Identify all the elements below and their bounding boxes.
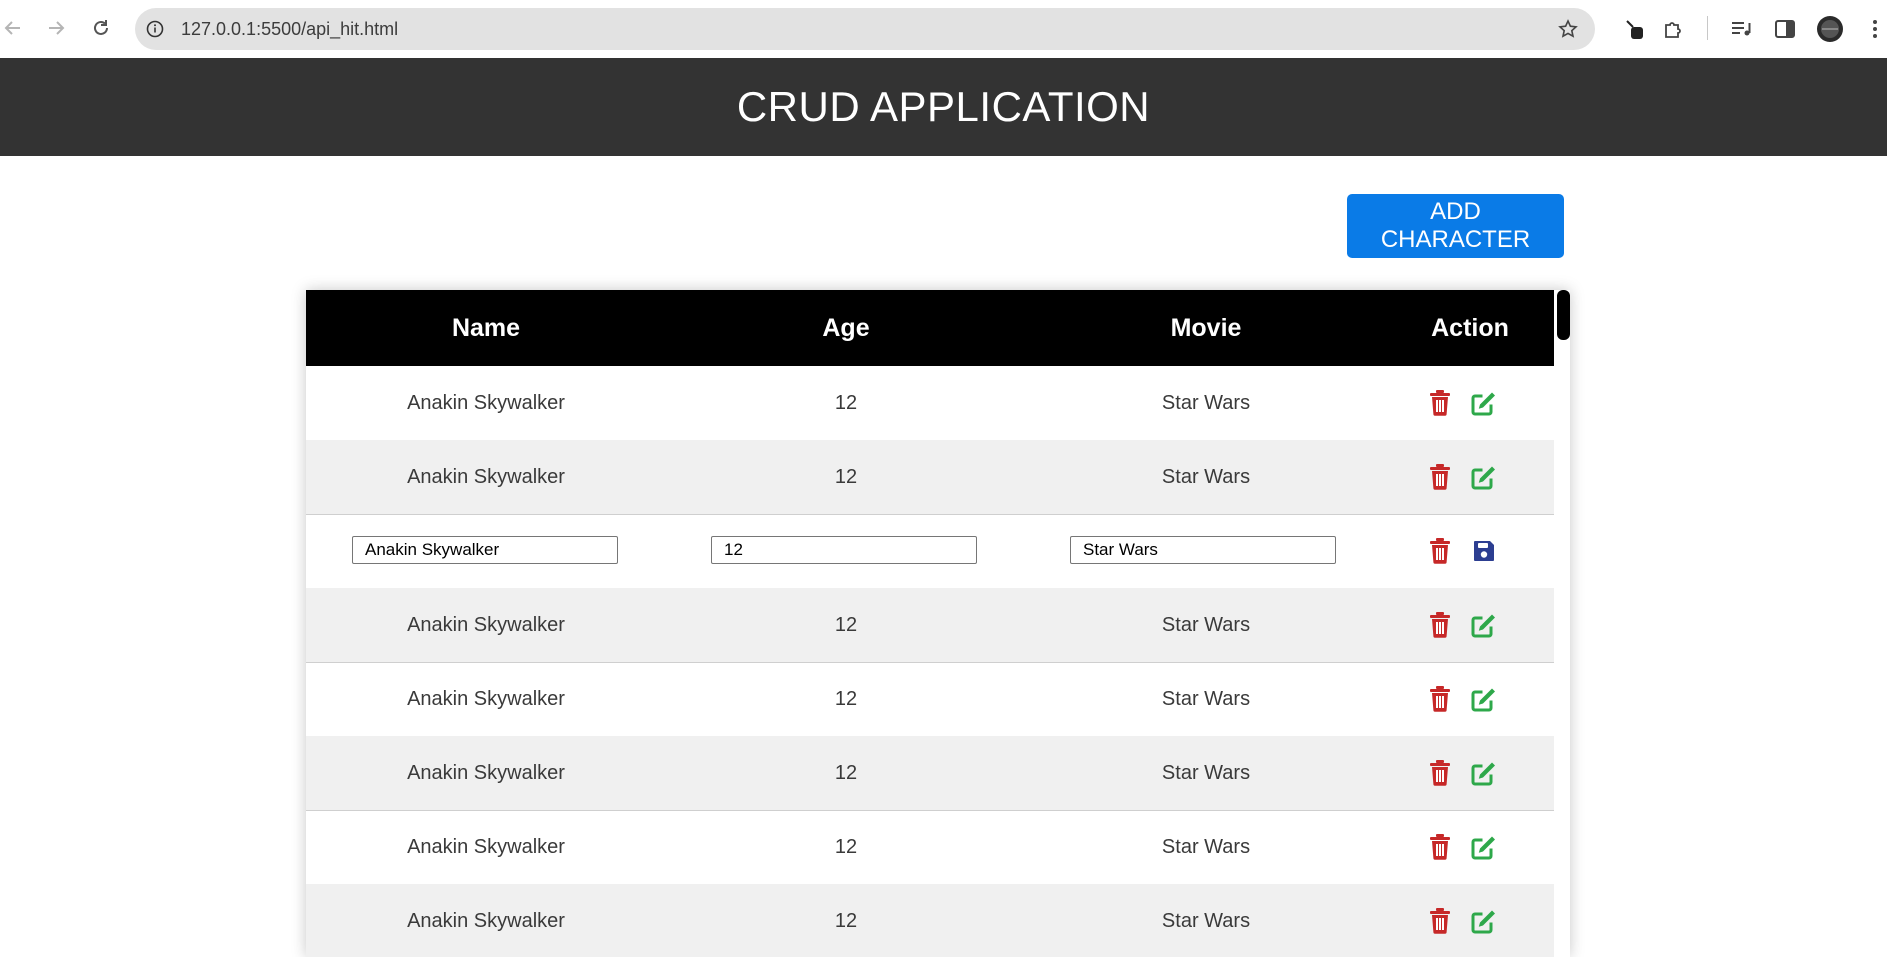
toolbar-divider [1707,16,1708,40]
table-row: Anakin Skywalker 12 Star Wars [306,662,1554,737]
delete-icon[interactable] [1425,610,1455,640]
edit-icon[interactable] [1469,832,1499,862]
profile-avatar-icon[interactable] [1816,15,1844,43]
cell-movie: Star Wars [1161,910,1251,932]
cell-movie: Star Wars [1161,614,1251,636]
delete-icon[interactable] [1425,906,1455,936]
cell-movie: Star Wars [1161,688,1251,710]
table-row: Anakin Skywalker 12 Star Wars [306,588,1554,663]
cell-age: 12 [834,762,858,784]
delete-icon[interactable] [1425,388,1455,418]
app-header: CRUD APPLICATION [0,58,1887,156]
table-row: Anakin Skywalker 12 Star Wars [306,440,1554,515]
table-row: Anakin Skywalker 12 Star Wars [306,884,1554,957]
add-character-button[interactable]: ADD CHARACTER [1347,194,1564,258]
delete-icon[interactable] [1425,832,1455,862]
cell-name: Anakin Skywalker [407,762,565,784]
side-panel-icon[interactable] [1771,15,1799,43]
edit-icon[interactable] [1469,684,1499,714]
table-row: Anakin Skywalker 12 Star Wars [306,366,1554,441]
name-input[interactable] [352,536,618,564]
media-queue-icon[interactable] [1727,15,1755,43]
edit-icon[interactable] [1469,388,1499,418]
column-header-movie: Movie [1170,314,1242,342]
column-header-action: Action [1431,314,1509,342]
edit-icon[interactable] [1469,610,1499,640]
cell-age: 12 [834,614,858,636]
cell-name: Anakin Skywalker [407,688,565,710]
table-row: Anakin Skywalker 12 Star Wars [306,736,1554,811]
delete-icon[interactable] [1425,758,1455,788]
cell-name: Anakin Skywalker [407,614,565,636]
menu-dots-icon[interactable] [1861,15,1887,43]
reload-icon [94,20,108,35]
reload-button[interactable] [89,16,113,40]
edit-icon[interactable] [1469,758,1499,788]
characters-table: Name Age Movie Action Anakin Skywalker 12… [306,290,1570,957]
edit-icon[interactable] [1469,906,1499,936]
page-title: CRUD APPLICATION [736,83,1151,130]
info-icon[interactable] [145,19,165,39]
cell-age: 12 [834,836,858,858]
browser-toolbar: 127.0.0.1:5500/api_hit.html [0,0,1887,58]
url-text[interactable]: 127.0.0.1:5500/api_hit.html [181,8,398,50]
age-input[interactable] [711,536,977,564]
movie-input[interactable] [1070,536,1336,564]
delete-icon[interactable] [1425,462,1455,492]
cell-movie: Star Wars [1161,392,1251,414]
arrow-right-icon [49,21,65,35]
table-header: Name Age Movie Action [306,290,1554,366]
cell-name: Anakin Skywalker [407,392,565,414]
cell-movie: Star Wars [1161,762,1251,784]
cell-name: Anakin Skywalker [407,466,565,488]
delete-icon[interactable] [1425,536,1455,566]
forward-button[interactable] [44,16,68,40]
edit-icon[interactable] [1469,462,1499,492]
star-icon[interactable] [1557,18,1579,40]
delete-icon[interactable] [1425,684,1455,714]
table-row: Anakin Skywalker 12 Star Wars [306,810,1554,885]
arrow-left-icon [4,21,20,35]
cell-age: 12 [834,466,858,488]
cell-name: Anakin Skywalker [407,836,565,858]
puzzle-icon[interactable] [1660,15,1688,43]
cell-movie: Star Wars [1161,836,1251,858]
cell-age: 12 [834,392,858,414]
address-bar[interactable]: 127.0.0.1:5500/api_hit.html [135,8,1595,50]
cell-name: Anakin Skywalker [407,910,565,932]
column-header-age: Age [822,314,870,342]
table-row-editing [306,514,1554,589]
column-header-name: Name [451,314,521,342]
save-icon[interactable] [1469,536,1499,566]
scrollbar[interactable] [1554,290,1570,957]
cell-movie: Star Wars [1161,466,1251,488]
cell-age: 12 [834,688,858,710]
back-button[interactable] [1,16,25,40]
cell-age: 12 [834,910,858,932]
extension-icon[interactable] [1620,15,1648,43]
scrollbar-thumb[interactable] [1557,290,1570,340]
